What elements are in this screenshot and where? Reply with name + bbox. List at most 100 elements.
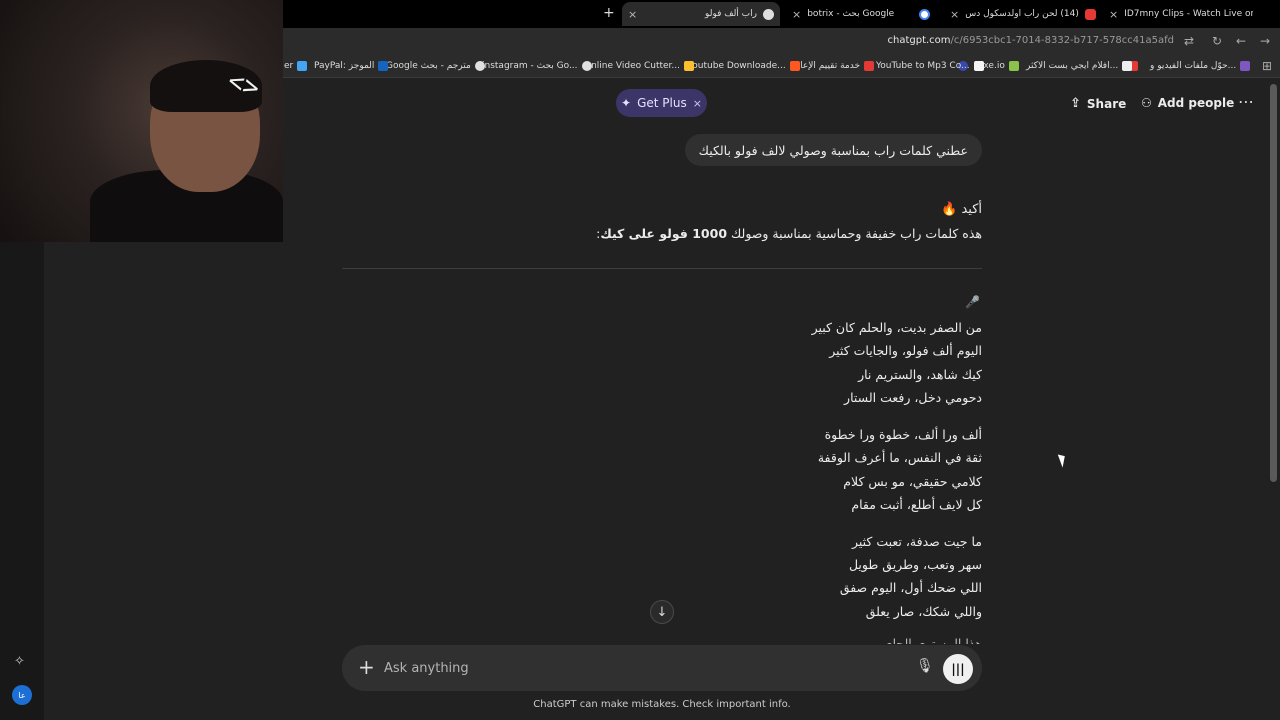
bookmark-item[interactable]: exe.io: [978, 61, 1019, 71]
left-sidebar: ✧ عا: [0, 242, 44, 720]
bookmark-label: Online Video Cutter...: [584, 61, 681, 71]
share-label: Share: [1086, 96, 1127, 111]
bookmark-item[interactable]: Youtube Downloade...: [688, 61, 800, 71]
verse-line: كلامي حقيقي، مو بس كلام: [843, 474, 982, 489]
sparkle-icon[interactable]: ✧: [14, 654, 25, 669]
microphone-emoji-icon: 🎤: [965, 295, 980, 309]
verse-line: واللي شكك، صار يعلق: [865, 604, 982, 619]
scrollbar[interactable]: [1270, 84, 1277, 482]
bookmark-icon: [973, 61, 984, 71]
webcam-overlay: <>: [0, 0, 283, 242]
bookmark-label: PayPal: الموجز: [314, 61, 375, 71]
bookmark-icon: [1008, 61, 1019, 71]
new-tab-button[interactable]: +: [603, 5, 615, 21]
tab-youtube[interactable]: × (14) لحن راب اولدسكول دس: [944, 2, 1096, 26]
verse-line: ثقة في النفس، ما أعرف الوقفة: [817, 450, 982, 465]
microphone-icon[interactable]: 🎙: [916, 658, 934, 674]
verse-line-partial: هذا المستوى الجاي: [882, 636, 982, 644]
close-icon[interactable]: ×: [1109, 8, 1118, 21]
close-icon[interactable]: ×: [950, 8, 959, 21]
mouse-cursor-icon: [1057, 452, 1069, 468]
google-icon: [474, 61, 485, 71]
chatgpt-icon: [763, 8, 774, 20]
bookmark-icon: [864, 61, 875, 71]
bookmark-label: instagram - بحث Go...: [482, 61, 578, 71]
bookmark-label: حوّل ملفات الفيديو و...: [1150, 61, 1237, 71]
verse-line: دحومي دخل، رفعت الستار: [844, 390, 982, 405]
google-icon: [919, 8, 930, 20]
bookmark-label: YouTube to Mp3 Co...: [876, 61, 970, 71]
close-icon[interactable]: ×: [693, 97, 702, 110]
plus-icon[interactable]: +: [358, 655, 375, 679]
forward-icon[interactable]: ←: [1236, 34, 1246, 48]
bookmark-item[interactable]: خدمة تقييم الإعاقة: [791, 61, 875, 71]
get-plus-button[interactable]: ✦ Get Plus ×: [616, 89, 707, 117]
tab-kick[interactable]: × ID7mny Clips - Watch Live on K: [1103, 2, 1253, 26]
tab-title: botrix - بحث Google: [807, 9, 895, 19]
user-message: عطني كلمات راب بمناسبة وصولي لالف فولو ب…: [684, 134, 982, 166]
waveform-icon: |||: [951, 662, 965, 676]
add-people-button[interactable]: ⚇ Add people: [1141, 96, 1234, 110]
more-options-button[interactable]: ⋯: [1238, 92, 1254, 111]
url-domain: chatgpt.com: [887, 35, 951, 46]
bookmark-item[interactable]: er: [284, 61, 308, 71]
reply-bold-text: 1000 فولو على كيك: [600, 226, 728, 241]
tab-title: راب ألف فولو: [705, 9, 757, 19]
arrow-down-icon: ↓: [656, 604, 668, 620]
verse-line: سهر وتعب، وطريق طويل: [848, 557, 982, 572]
avatar[interactable]: عا: [12, 685, 32, 705]
bookmark-label: Youtube Downloade...: [688, 61, 786, 71]
bookmark-item[interactable]: instagram - بحث Go...: [482, 61, 592, 71]
reply-lead-text: هذه كلمات راب خفيفة وحماسية بمناسبة وصول…: [727, 226, 982, 241]
prompt-input[interactable]: [384, 657, 884, 679]
verse-line: ما جيت صدفة، تعبت كثير: [851, 534, 982, 549]
bookmark-item[interactable]: Online Video Cutter...: [584, 61, 695, 71]
url-path: /c/6953cbc1-7014-8332-b717-578cc41a5afd: [950, 35, 1174, 46]
verse-line: من الصفر بديت، والحلم كان كبير: [811, 320, 982, 335]
verse-line: كيك شاهد، والستريم نار: [858, 367, 982, 382]
verse-line: كل لايف أطلع، أثبت مقام: [851, 497, 982, 512]
bookmark-item[interactable]: حوّل ملفات الفيديو و...: [1150, 61, 1251, 71]
close-icon[interactable]: ×: [628, 8, 637, 21]
bookmark-item[interactable]: Google مترجم - بحث: [386, 61, 485, 71]
bookmark-item[interactable]: YouTube to Mp3 Co...: [876, 61, 984, 71]
bookmark-label: خدمة تقييم الإعاقة: [791, 61, 861, 71]
bookmark-item[interactable]: PayPal: الموجز: [314, 61, 389, 71]
scroll-down-button[interactable]: ↓: [650, 600, 674, 624]
tab-active[interactable]: × راب ألف فولو: [622, 2, 780, 26]
divider: [342, 268, 982, 269]
bookmark-label: er: [284, 61, 294, 71]
composer: + 🎙 |||: [342, 645, 982, 691]
reply-intro: أكيد 🔥: [941, 202, 982, 217]
site-settings-icon[interactable]: ⇄: [1184, 34, 1194, 48]
add-people-label: Add people: [1157, 96, 1235, 110]
bookmark-label: افلام ايجي بست الاكثر...: [1026, 61, 1119, 71]
paypal-icon: [378, 61, 389, 71]
youtube-icon: [1084, 8, 1096, 20]
voice-mode-button[interactable]: |||: [943, 654, 973, 684]
back-icon[interactable]: →: [1260, 34, 1270, 48]
bookmark-icon: [1240, 61, 1251, 71]
tab-title: (14) لحن راب اولدسكول دس: [965, 9, 1079, 19]
tab-title: ID7mny Clips - Watch Live on K: [1124, 9, 1253, 19]
share-icon: ⇪: [1070, 96, 1081, 111]
bookmark-item[interactable]: افلام ايجي بست الاكثر...: [1026, 61, 1133, 71]
sparkle-icon: ✦: [621, 96, 632, 110]
bookmark-icon: [684, 61, 695, 71]
add-person-icon: ⚇: [1141, 96, 1152, 110]
close-icon[interactable]: ×: [792, 8, 801, 21]
reply-lead-paragraph: هذه كلمات راب خفيفة وحماسية بمناسبة وصول…: [596, 226, 982, 241]
reload-icon[interactable]: ↻: [1212, 34, 1222, 48]
bookmark-icon: [1122, 61, 1133, 71]
bookmark-label: Google مترجم - بحث: [386, 61, 471, 71]
url-field[interactable]: chatgpt.com/c/6953cbc1-7014-8332-b717-57…: [888, 35, 1175, 46]
disclaimer-text: ChatGPT can make mistakes. Check importa…: [533, 699, 791, 710]
google-icon: [581, 61, 592, 71]
tab-google[interactable]: × botrix - بحث Google: [786, 2, 936, 26]
apps-icon[interactable]: ⊞: [1262, 59, 1272, 73]
get-plus-label: Get Plus: [637, 96, 687, 110]
bookmark-icon: [789, 61, 800, 71]
verse-line: ألف ورا ألف، خطوة ورا خطوة: [824, 427, 982, 442]
verse-line: اليوم ألف فولو، والجايات كثير: [829, 343, 982, 358]
share-button[interactable]: ⇪ Share: [1070, 96, 1126, 111]
